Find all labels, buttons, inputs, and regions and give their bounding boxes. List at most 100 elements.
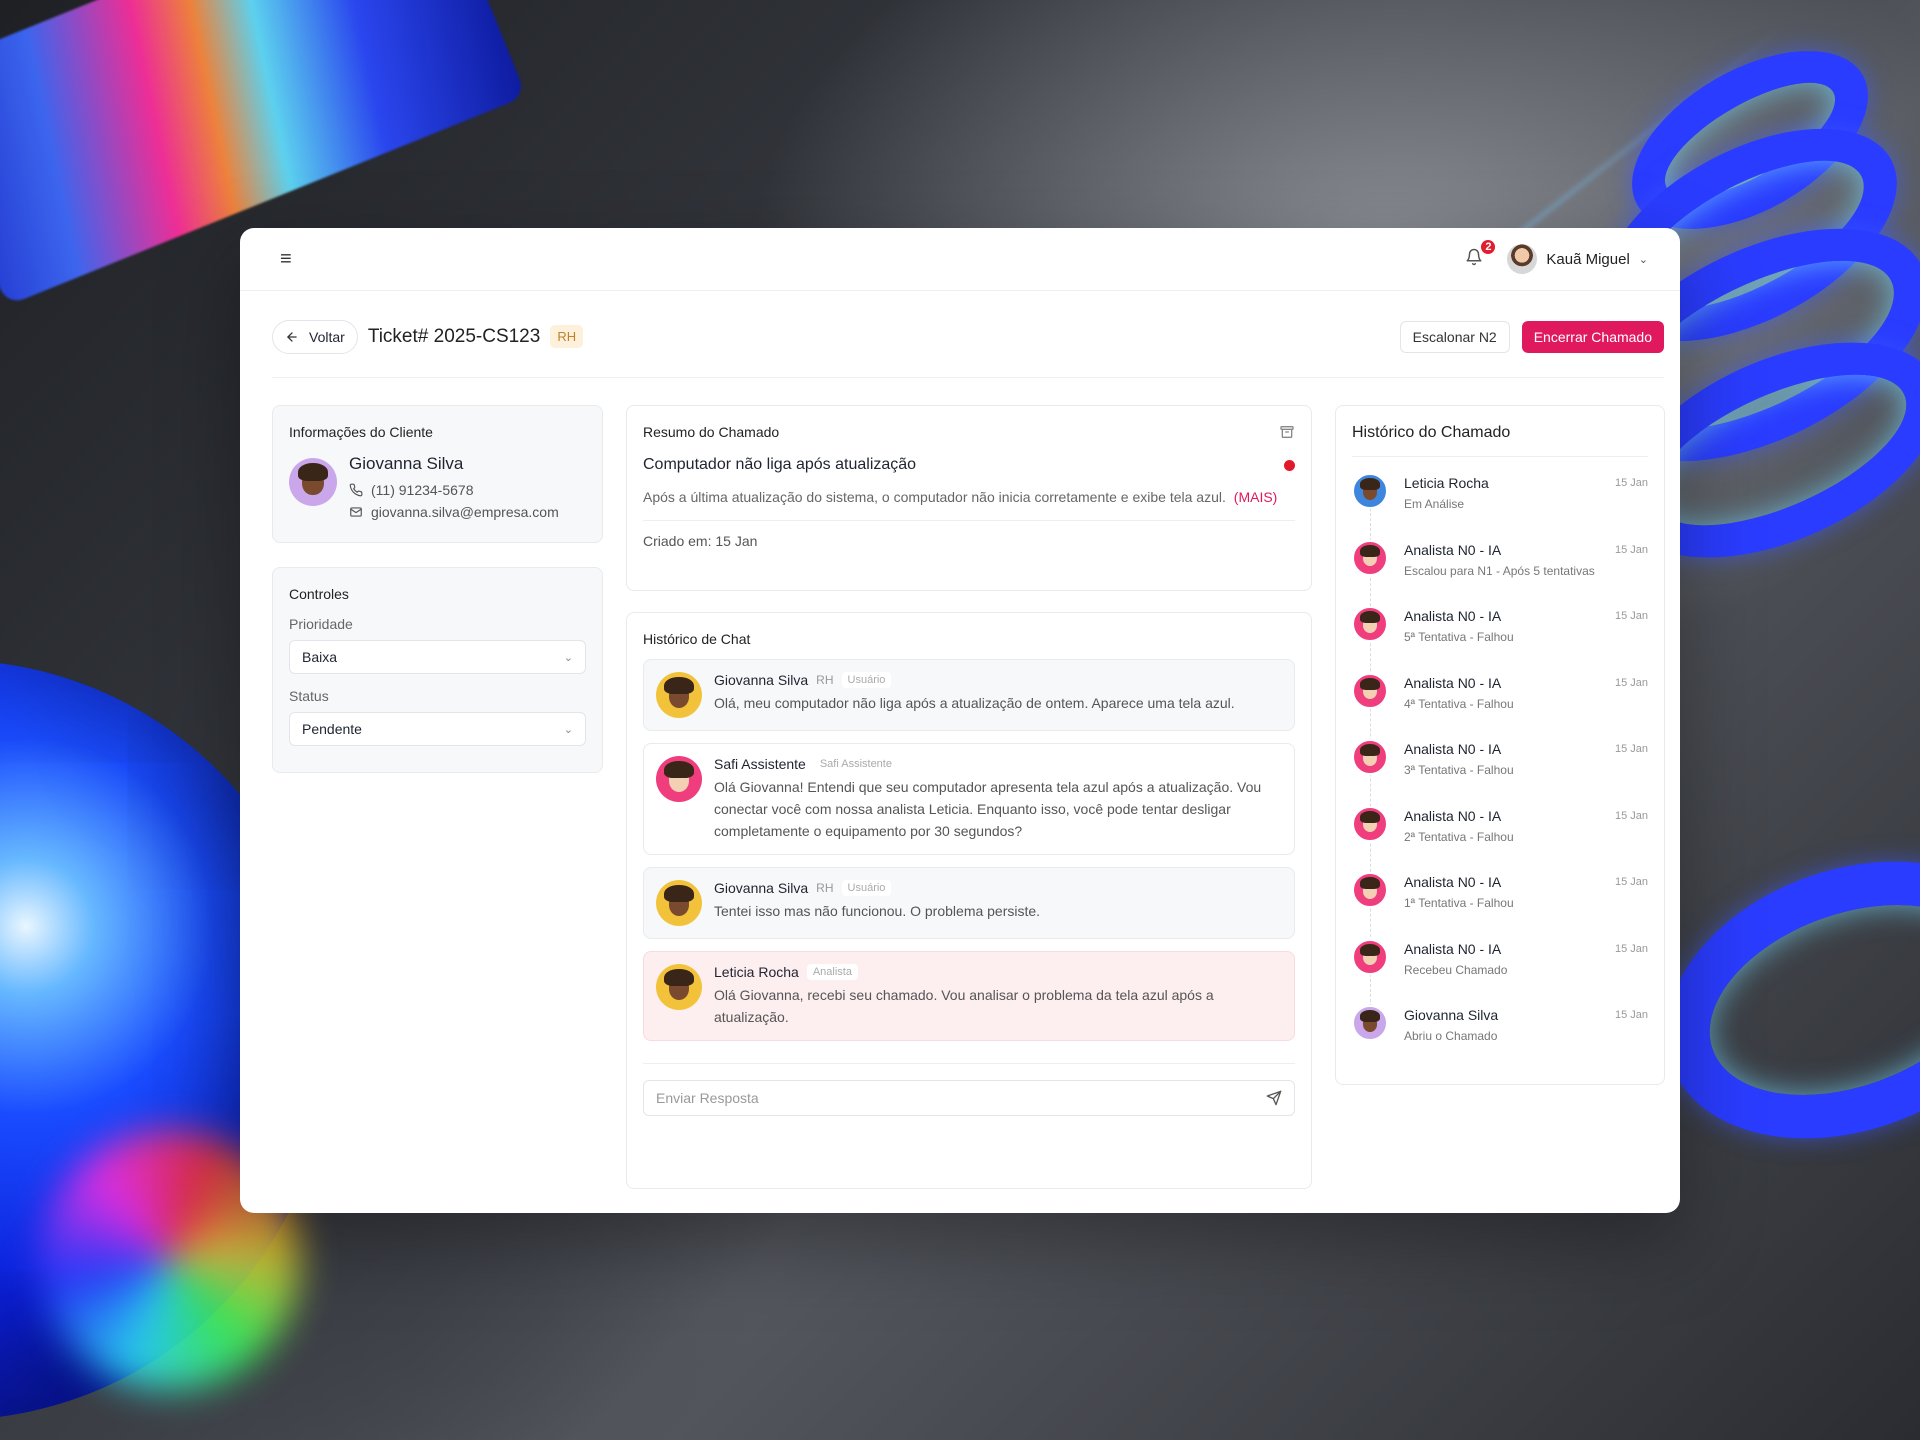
history-name: Giovanna Silva	[1404, 1007, 1499, 1023]
archive-icon[interactable]	[1279, 424, 1295, 440]
history-name: Analista N0 - IA	[1404, 874, 1502, 890]
mail-icon	[350, 507, 362, 517]
message-body: Safi Assistente Safi Assistente Olá Giov…	[714, 756, 1282, 842]
message-body: Giovanna Silva RH Usuário Tentei isso ma…	[714, 880, 1040, 926]
send-icon[interactable]	[1266, 1090, 1282, 1106]
history-name: Analista N0 - IA	[1404, 674, 1502, 691]
message-header: Giovanna Silva RH Usuário	[714, 880, 1040, 896]
history-item: Leticia Rocha Em Análise 15 Jan	[1352, 473, 1648, 540]
message-text: Olá Giovanna, recebi seu chamado. Vou an…	[714, 987, 1214, 1025]
chevron-down-icon: ⌄	[1638, 253, 1648, 266]
history-status: 4ª Tentativa - Falhou	[1404, 696, 1514, 711]
message-text: Tentei isso mas não funcionou. O problem…	[714, 903, 1041, 919]
chat-divider	[643, 1063, 1295, 1064]
phone-icon	[349, 483, 363, 497]
history-details: Analista N0 - IA 2ª Tentativa - Falhou	[1404, 806, 1514, 873]
reply-input[interactable]	[656, 1090, 1266, 1106]
message-author: Safi Assistente	[714, 756, 806, 772]
ticket-description-block: Após a última atualização do sistema, o …	[643, 486, 1295, 508]
hamburger-menu-icon[interactable]: ≡	[280, 248, 302, 271]
message-role-badge: Usuário	[841, 672, 892, 688]
ticket-subject: Computador não liga após atualização	[643, 456, 917, 473]
history-item: Giovanna Silva Abriu o Chamado 15 Jan	[1352, 1005, 1648, 1072]
chat-message: Leticia Rocha Analista Olá Giovanna, rec…	[643, 951, 1295, 1041]
history-name: Analista N0 - IA	[1404, 608, 1502, 624]
message-author: Giovanna Silva	[714, 672, 809, 688]
assistant-avatar	[656, 756, 702, 802]
user-menu[interactable]: Kauã Miguel ⌄	[1507, 244, 1648, 274]
notification-count-badge: 2	[1479, 238, 1498, 256]
chat-history-card: Histórico de Chat Giovanna Silva RH Usuá…	[626, 612, 1312, 1189]
status-select[interactable]: Pendente ⌄	[289, 712, 586, 746]
history-status: Escalou para N1 - Após 5 tentativas	[1404, 563, 1595, 578]
summary-header: Resumo do Chamado	[643, 424, 1295, 440]
history-name: Analista N0 - IA	[1404, 807, 1502, 824]
client-info-title: Informações do Cliente	[289, 424, 433, 440]
more-link[interactable]: (MAIS)	[1234, 489, 1278, 505]
history-details: Giovanna Silva Abriu o Chamado	[1404, 1005, 1498, 1072]
message-department: RH	[816, 881, 834, 895]
message-department: RH	[816, 673, 834, 687]
ticket-summary-card: Resumo do Chamado Computador não liga ap…	[626, 405, 1312, 591]
message-header: Leticia Rocha Analista	[714, 964, 1282, 980]
history-status: Em Análise	[1404, 497, 1465, 511]
history-date: 15 Jan	[1614, 876, 1648, 888]
back-button[interactable]: Voltar	[272, 319, 358, 354]
history-status: 3ª Tentativa - Falhou	[1404, 763, 1514, 777]
client-email: giovanna.silva@empresa.com	[371, 504, 559, 520]
chevron-down-icon: ⌄	[563, 651, 573, 664]
chat-message: Giovanna Silva RH Usuário Tentei isso ma…	[643, 867, 1295, 939]
message-text: Olá, meu computador não liga após a atua…	[714, 695, 1235, 711]
history-status: 5ª Tentativa - Falhou	[1404, 630, 1514, 644]
message-body: Giovanna Silva RH Usuário Olá, meu compu…	[714, 672, 1235, 718]
client-email-row: giovanna.silva@empresa.com	[349, 504, 559, 520]
ticket-header: Voltar Ticket# 2025-CS123 RH Escalonar N…	[272, 310, 1664, 378]
history-avatar	[1352, 1005, 1388, 1041]
priority-label: Prioridade	[289, 616, 353, 632]
chat-title: Histórico de Chat	[643, 631, 751, 647]
history-name: Analista N0 - IA	[1404, 541, 1502, 558]
status-label: Status	[289, 688, 329, 704]
history-details: Analista N0 - IA 5ª Tentativa - Falhou	[1404, 606, 1514, 673]
arrow-left-icon	[287, 331, 297, 342]
history-status: Recebeu Chamado	[1404, 962, 1508, 977]
ticket-history-card: Histórico do Chamado Leticia Rocha Em An…	[1335, 405, 1665, 1085]
history-date: 15 Jan	[1614, 610, 1648, 622]
close-ticket-button[interactable]: Encerrar Chamado	[1521, 320, 1664, 353]
message-author: Giovanna Silva	[714, 880, 809, 896]
history-status: 1ª Tentativa - Falhou	[1404, 896, 1514, 910]
page-title: Ticket# 2025-CS123	[367, 325, 541, 347]
history-avatar	[1352, 473, 1388, 509]
app-window: ≡ 2 Kauã Miguel ⌄ Voltar Ticket# 2025-CS…	[240, 228, 1680, 1213]
message-role-badge: Safi Assistente	[813, 756, 898, 772]
reply-box[interactable]	[643, 1080, 1295, 1116]
message-role-badge: Usuário	[841, 880, 892, 896]
client-avatar	[289, 458, 337, 506]
history-item: Analista N0 - IA Recebeu Chamado 15 Jan	[1352, 938, 1648, 1006]
history-date: 15 Jan	[1614, 1009, 1648, 1021]
message-header: Safi Assistente Safi Assistente	[714, 756, 1282, 772]
analyst-avatar	[656, 964, 702, 1010]
user-name: Kauã Miguel	[1546, 250, 1630, 268]
summary-divider	[643, 520, 1295, 521]
message-body: Leticia Rocha Analista Olá Giovanna, rec…	[714, 964, 1282, 1028]
priority-status-dot	[1284, 459, 1295, 471]
history-avatar	[1352, 606, 1388, 642]
user-avatar	[656, 672, 702, 718]
history-date: 15 Jan	[1614, 477, 1648, 489]
priority-select[interactable]: Baixa ⌄	[289, 640, 586, 674]
history-name: Analista N0 - IA	[1404, 741, 1502, 757]
escalate-button[interactable]: Escalonar N2	[1399, 320, 1510, 353]
history-avatar	[1352, 938, 1388, 975]
chat-message: Safi Assistente Safi Assistente Olá Giov…	[643, 743, 1295, 855]
department-tag: RH	[550, 325, 584, 348]
notifications-button[interactable]: 2	[1465, 238, 1498, 270]
history-item: Analista N0 - IA 5ª Tentativa - Falhou 1…	[1352, 606, 1648, 673]
client-info-card: Informações do Cliente Giovanna Silva (1…	[272, 405, 603, 543]
message-header: Giovanna Silva RH Usuário	[714, 672, 1235, 688]
summary-subject-row: Computador não liga após atualização	[643, 456, 1295, 474]
chevron-down-icon: ⌄	[563, 723, 573, 736]
history-item: Analista N0 - IA 3ª Tentativa - Falhou 1…	[1352, 739, 1648, 806]
history-date: 15 Jan	[1614, 676, 1648, 689]
history-status: 2ª Tentativa - Falhou	[1404, 829, 1514, 844]
